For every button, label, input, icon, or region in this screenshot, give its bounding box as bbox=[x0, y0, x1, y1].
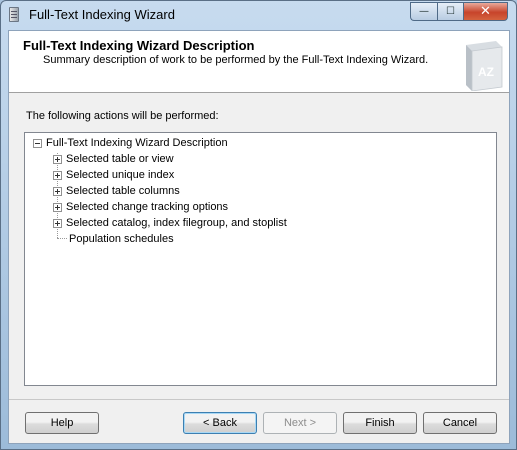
tree-item-table-columns[interactable]: Selected table columns bbox=[53, 183, 180, 199]
help-button[interactable]: Help bbox=[25, 412, 99, 434]
expand-icon[interactable] bbox=[53, 186, 62, 196]
cancel-button[interactable]: Cancel bbox=[423, 412, 497, 434]
expand-icon[interactable] bbox=[53, 170, 62, 180]
minimize-button[interactable]: — bbox=[410, 2, 437, 21]
title-bar[interactable]: Full-Text Indexing Wizard — ☐ ✕ bbox=[1, 1, 516, 29]
tree-item-population-schedules[interactable]: Population schedules bbox=[69, 231, 174, 247]
finish-button[interactable]: Finish bbox=[343, 412, 417, 434]
caption-buttons: — ☐ ✕ bbox=[410, 2, 508, 21]
expand-icon[interactable] bbox=[53, 218, 62, 228]
tree-item-label: Selected catalog, index filegroup, and s… bbox=[66, 217, 287, 229]
wizard-footer: Help < Back Next > Finish Cancel bbox=[9, 399, 509, 443]
expand-icon[interactable] bbox=[53, 202, 62, 212]
wizard-header: Full-Text Indexing Wizard Description Su… bbox=[9, 31, 509, 93]
book-az-icon: AZ bbox=[466, 41, 503, 91]
next-button: Next > bbox=[263, 412, 337, 434]
tree-item-label: Selected table or view bbox=[66, 153, 174, 165]
app-icon bbox=[9, 7, 19, 22]
tree-item-label: Selected unique index bbox=[66, 169, 175, 181]
page-subtitle: Summary description of work to be perfor… bbox=[43, 54, 429, 66]
wizard-client-area: Full-Text Indexing Wizard Description Su… bbox=[8, 30, 510, 444]
tree-root-label: Full-Text Indexing Wizard Description bbox=[46, 137, 228, 149]
maximize-button[interactable]: ☐ bbox=[437, 2, 463, 21]
tree-item-table-or-view[interactable]: Selected table or view bbox=[53, 151, 174, 167]
actions-tree[interactable]: Full-Text Indexing Wizard Description Se… bbox=[24, 132, 497, 386]
tree-item-catalog-filegroup-stoplist[interactable]: Selected catalog, index filegroup, and s… bbox=[53, 215, 287, 231]
window-title: Full-Text Indexing Wizard bbox=[29, 7, 175, 22]
expand-icon[interactable] bbox=[53, 154, 62, 164]
collapse-icon[interactable] bbox=[33, 138, 42, 148]
page-title: Full-Text Indexing Wizard Description bbox=[23, 38, 255, 53]
svg-text:AZ: AZ bbox=[478, 65, 494, 79]
tree-root-node[interactable]: Full-Text Indexing Wizard Description bbox=[33, 135, 228, 151]
tree-item-label: Selected table columns bbox=[66, 185, 180, 197]
close-button[interactable]: ✕ bbox=[463, 2, 508, 21]
tree-connector-last bbox=[57, 238, 67, 239]
tree-item-unique-index[interactable]: Selected unique index bbox=[53, 167, 174, 183]
tree-item-label: Selected change tracking options bbox=[66, 201, 229, 213]
tree-item-label: Population schedules bbox=[69, 233, 174, 245]
actions-label: The following actions will be performed: bbox=[26, 110, 219, 122]
wizard-window: Full-Text Indexing Wizard — ☐ ✕ Full-Tex… bbox=[0, 0, 517, 450]
tree-item-change-tracking[interactable]: Selected change tracking options bbox=[53, 199, 228, 215]
back-button[interactable]: < Back bbox=[183, 412, 257, 434]
